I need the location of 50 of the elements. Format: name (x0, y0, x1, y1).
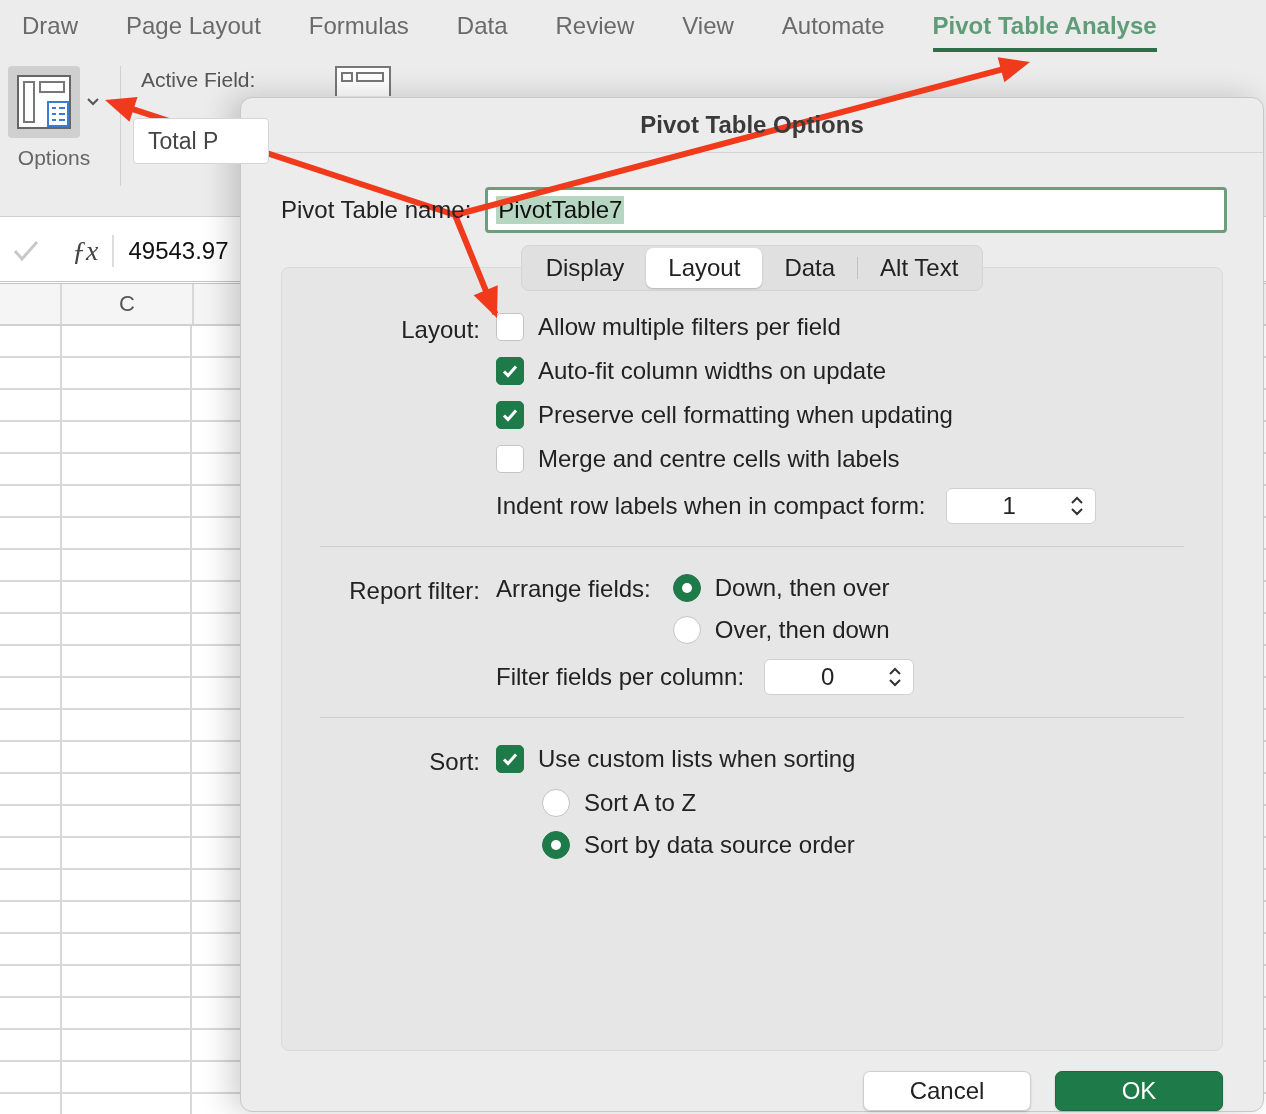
checkmark-icon[interactable] (12, 239, 40, 263)
checkbox-label: Allow multiple filters per field (538, 312, 841, 341)
cancel-button[interactable]: Cancel (863, 1071, 1031, 1111)
number-stepper[interactable]: 1 (945, 487, 1096, 524)
checkbox[interactable] (496, 444, 524, 473)
field-settings-icon[interactable] (335, 66, 392, 96)
number-stepper[interactable]: 0 (764, 658, 915, 695)
radio-label: Over, then down (714, 615, 890, 644)
dialog-tab[interactable]: Display (523, 247, 647, 288)
field-label: Filter fields per column: (496, 662, 745, 691)
field-label: Arrange fields: (496, 573, 651, 603)
active-field-input[interactable]: Total P (133, 118, 269, 164)
radio-label: Down, then over (714, 573, 890, 602)
checkbox-label: Use custom lists when sorting (538, 744, 856, 773)
formula-value: 49543.97 (128, 237, 229, 265)
ribbon-tab[interactable]: Page Layout (126, 0, 261, 52)
checkbox-label: Auto-fit column widths on update (538, 356, 887, 385)
ok-button[interactable]: OK (1055, 1071, 1223, 1111)
checkbox[interactable] (496, 744, 524, 773)
column-header[interactable]: C (62, 284, 194, 324)
checkbox[interactable] (496, 400, 524, 429)
field-label: Indent row labels when in compact form: (496, 491, 926, 520)
ribbon-tab[interactable]: View (682, 0, 734, 52)
section-label: Sort: (428, 746, 480, 777)
radio-button[interactable] (542, 830, 570, 859)
checkbox[interactable] (496, 312, 524, 341)
ribbon-tab[interactable]: Formulas (308, 0, 409, 52)
pivot-table-icon (16, 74, 72, 130)
options-button[interactable] (8, 66, 80, 138)
dialog-tab[interactable]: Data (762, 247, 858, 288)
options-label: Options (17, 146, 91, 170)
section-label: Layout: (400, 314, 480, 345)
caret-icon[interactable] (86, 97, 100, 107)
checkbox-label: Merge and centre cells with labels (538, 444, 900, 473)
active-field-label: Active Field: (141, 67, 256, 92)
name-input[interactable]: PivotTable7 (485, 186, 1227, 233)
dialog-tab[interactable]: Layout (646, 247, 763, 288)
ribbon-tab[interactable]: Automate (781, 0, 885, 52)
dialog-tab[interactable]: Alt Text (858, 247, 981, 288)
radio-button[interactable] (672, 615, 701, 644)
ribbon-tab[interactable]: Data (456, 0, 508, 52)
checkbox-label: Preserve cell formatting when updating (538, 400, 953, 429)
radio-button[interactable] (672, 573, 701, 602)
ribbon-tab[interactable]: Review (555, 0, 635, 52)
radio-label: Sort A to Z (584, 788, 697, 817)
checkbox[interactable] (496, 356, 524, 385)
radio-button[interactable] (542, 788, 570, 817)
radio-label: Sort by data source order (584, 830, 855, 859)
section-label: Report filter: (348, 575, 480, 606)
ribbon-tab[interactable]: Draw (22, 0, 78, 52)
